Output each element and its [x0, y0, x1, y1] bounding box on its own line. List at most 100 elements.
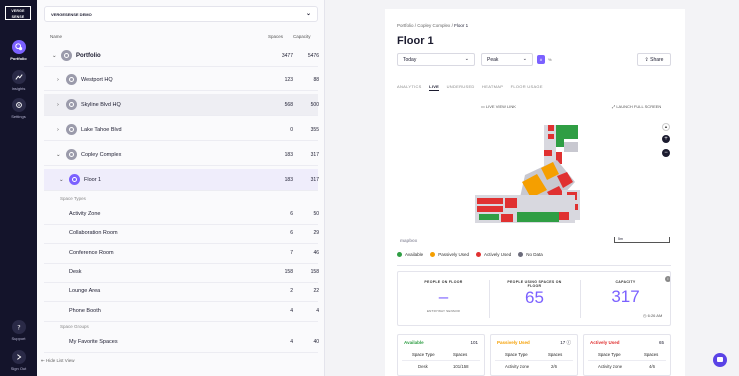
live-view-link[interactable]: ▭ LIVE VIEW LINK [481, 104, 516, 109]
list-row-floor[interactable]: ⌄ Floor 1 183 317 [44, 169, 319, 191]
box-col-header: Space Type [505, 352, 528, 357]
list-row-building[interactable]: › Skyline Blvd HQ 568 500 [44, 94, 319, 116]
row-capacity: 158 [310, 268, 319, 275]
row-label: Floor 1 [84, 176, 102, 183]
list-row-space-group[interactable]: My Favorite Spaces 4 40 [44, 331, 319, 353]
row-spaces: 6 [290, 229, 293, 236]
building-icon [66, 149, 77, 160]
row-label: My Favorite Spaces [69, 338, 118, 345]
row-capacity: 29 [313, 229, 319, 236]
list-row-space-type[interactable]: Collaboration Room 6 29 [44, 222, 319, 244]
row-capacity: 50 [313, 210, 319, 217]
row-label: Activity Zone [69, 210, 101, 217]
legend-item-available: Available [397, 252, 423, 257]
list-row-building[interactable]: ⌄ Copley Complex 183 317 [44, 144, 319, 166]
mapbox-logo: mapbox [400, 238, 418, 243]
list-row-space-type[interactable]: Lounge Area 2 22 [44, 280, 319, 302]
legend-label: No Data [526, 252, 543, 257]
hide-list-view-button[interactable]: ⇤ Hide List View [41, 358, 74, 364]
page-title: Floor 1 [397, 35, 434, 47]
row-label: Westport HQ [81, 76, 113, 83]
stat-value: – [438, 287, 449, 306]
chat-icon[interactable] [713, 353, 727, 367]
row-label: Desk [69, 268, 82, 275]
nav-label: Insights [11, 86, 26, 91]
map-space-active[interactable] [548, 125, 554, 131]
chevron-down-icon[interactable]: ⌄ [56, 152, 61, 158]
share-button[interactable]: ⇪ Share [637, 53, 671, 66]
hide-list-view-label: Hide List View [46, 358, 75, 363]
date-select[interactable]: Today ⌄ [397, 53, 475, 66]
portfolio-bubble-icon [61, 50, 72, 61]
map-space-active[interactable] [501, 214, 513, 222]
chevron-down-icon[interactable]: ⌄ [52, 53, 57, 59]
row-capacity: 40 [313, 338, 319, 345]
map-space-active[interactable] [505, 198, 517, 208]
list-row-portfolio[interactable]: ⌄ Portfolio 3477 5476 [44, 45, 319, 67]
building-icon [66, 99, 77, 110]
floor-map[interactable] [397, 120, 672, 248]
map-space-available[interactable] [517, 212, 559, 222]
logo[interactable]: VERGE SENSE [5, 6, 31, 20]
metric-select[interactable]: Peak ⌄ [481, 53, 533, 66]
date-select-value: Today [403, 57, 417, 63]
list-row-space-type[interactable]: Phone Booth 4 4 [44, 300, 319, 322]
chevron-right-icon[interactable]: › [57, 77, 59, 83]
count-toggle[interactable]: # [537, 55, 545, 64]
row-spaces: 6 [290, 210, 293, 217]
map-space-available[interactable] [556, 125, 564, 147]
sign-out-icon [11, 350, 26, 364]
row-spaces: 158 [284, 268, 293, 275]
nav-item-sign-out[interactable]: Sign Out [0, 350, 37, 371]
metric-select-value: Peak [487, 57, 499, 63]
stat-label: PEOPLE ON FLOOR [424, 280, 463, 284]
chevron-right-icon[interactable]: › [57, 102, 59, 108]
chevron-right-icon[interactable]: › [57, 127, 59, 133]
breadcrumb-current: Floor 1 [454, 23, 469, 28]
legend-label: Actively Used [483, 252, 512, 257]
nav-item-portfolio[interactable]: Portfolio [0, 40, 37, 61]
chevron-down-icon[interactable]: ⌄ [59, 177, 64, 183]
nav-label: Support [11, 336, 26, 341]
tab-analytics[interactable]: ANALYTICS [397, 84, 422, 89]
list-row-building[interactable]: › Lake Tahoe Blvd 0 355 [44, 119, 319, 141]
info-icon[interactable]: ⓘ [567, 340, 572, 345]
stat-people-using-spaces: PEOPLE USING SPACES ON FLOOR 65 [489, 280, 580, 308]
share-label: Share [650, 57, 664, 63]
row-label: Phone Booth [69, 307, 101, 314]
space-types-heading: Space Types [60, 196, 86, 201]
tab-underused[interactable]: UNDERUSED [447, 84, 475, 89]
box-count: 17 ⓘ [560, 340, 571, 346]
list-row-building[interactable]: › Westport HQ 123 88 [44, 69, 319, 91]
tab-floor-usage[interactable]: FLOOR USAGE [511, 84, 543, 89]
map-space-active[interactable] [477, 198, 503, 204]
map-space-available[interactable] [479, 214, 499, 220]
legend-dot [397, 252, 402, 257]
tab-heatmap[interactable]: HEATMAP [482, 84, 503, 89]
launch-full-screen[interactable]: ⤢ LAUNCH FULL SCREEN [612, 104, 661, 109]
breadcrumb-item[interactable]: Copley Complex [417, 23, 450, 28]
divider [397, 265, 671, 266]
map-space-available[interactable] [564, 125, 578, 139]
row-capacity: 317 [310, 151, 319, 158]
box-col-header: Spaces [548, 352, 563, 357]
map-space-active[interactable] [477, 206, 503, 212]
nav-item-insights[interactable]: Insights [0, 70, 37, 91]
row-capacity: 46 [313, 249, 319, 256]
breadcrumb-item[interactable]: Portfolio [397, 23, 414, 28]
box-row-value: 101/158 [453, 364, 469, 369]
map-space-active[interactable] [559, 212, 569, 220]
row-capacity: 500 [310, 101, 319, 108]
map-space-active[interactable] [548, 134, 554, 139]
main-content: Portfolio / Copley Complex / Floor 1 Flo… [325, 0, 739, 376]
nav-item-support[interactable]: ? Support [0, 320, 37, 341]
map-space-active[interactable] [544, 150, 552, 156]
row-label: Portfolio [76, 52, 101, 59]
chevron-down-icon: ⌄ [464, 56, 469, 62]
org-select[interactable]: VERGESENSE DEMO ⌄ [44, 6, 318, 22]
row-capacity: 4 [316, 307, 319, 314]
percent-toggle[interactable]: % [548, 55, 552, 64]
summary-box-available: Available 101 Space Type Spaces Desk 101… [397, 334, 485, 376]
nav-item-settings[interactable]: Settings [0, 98, 37, 119]
tab-live[interactable]: LIVE [429, 84, 440, 91]
